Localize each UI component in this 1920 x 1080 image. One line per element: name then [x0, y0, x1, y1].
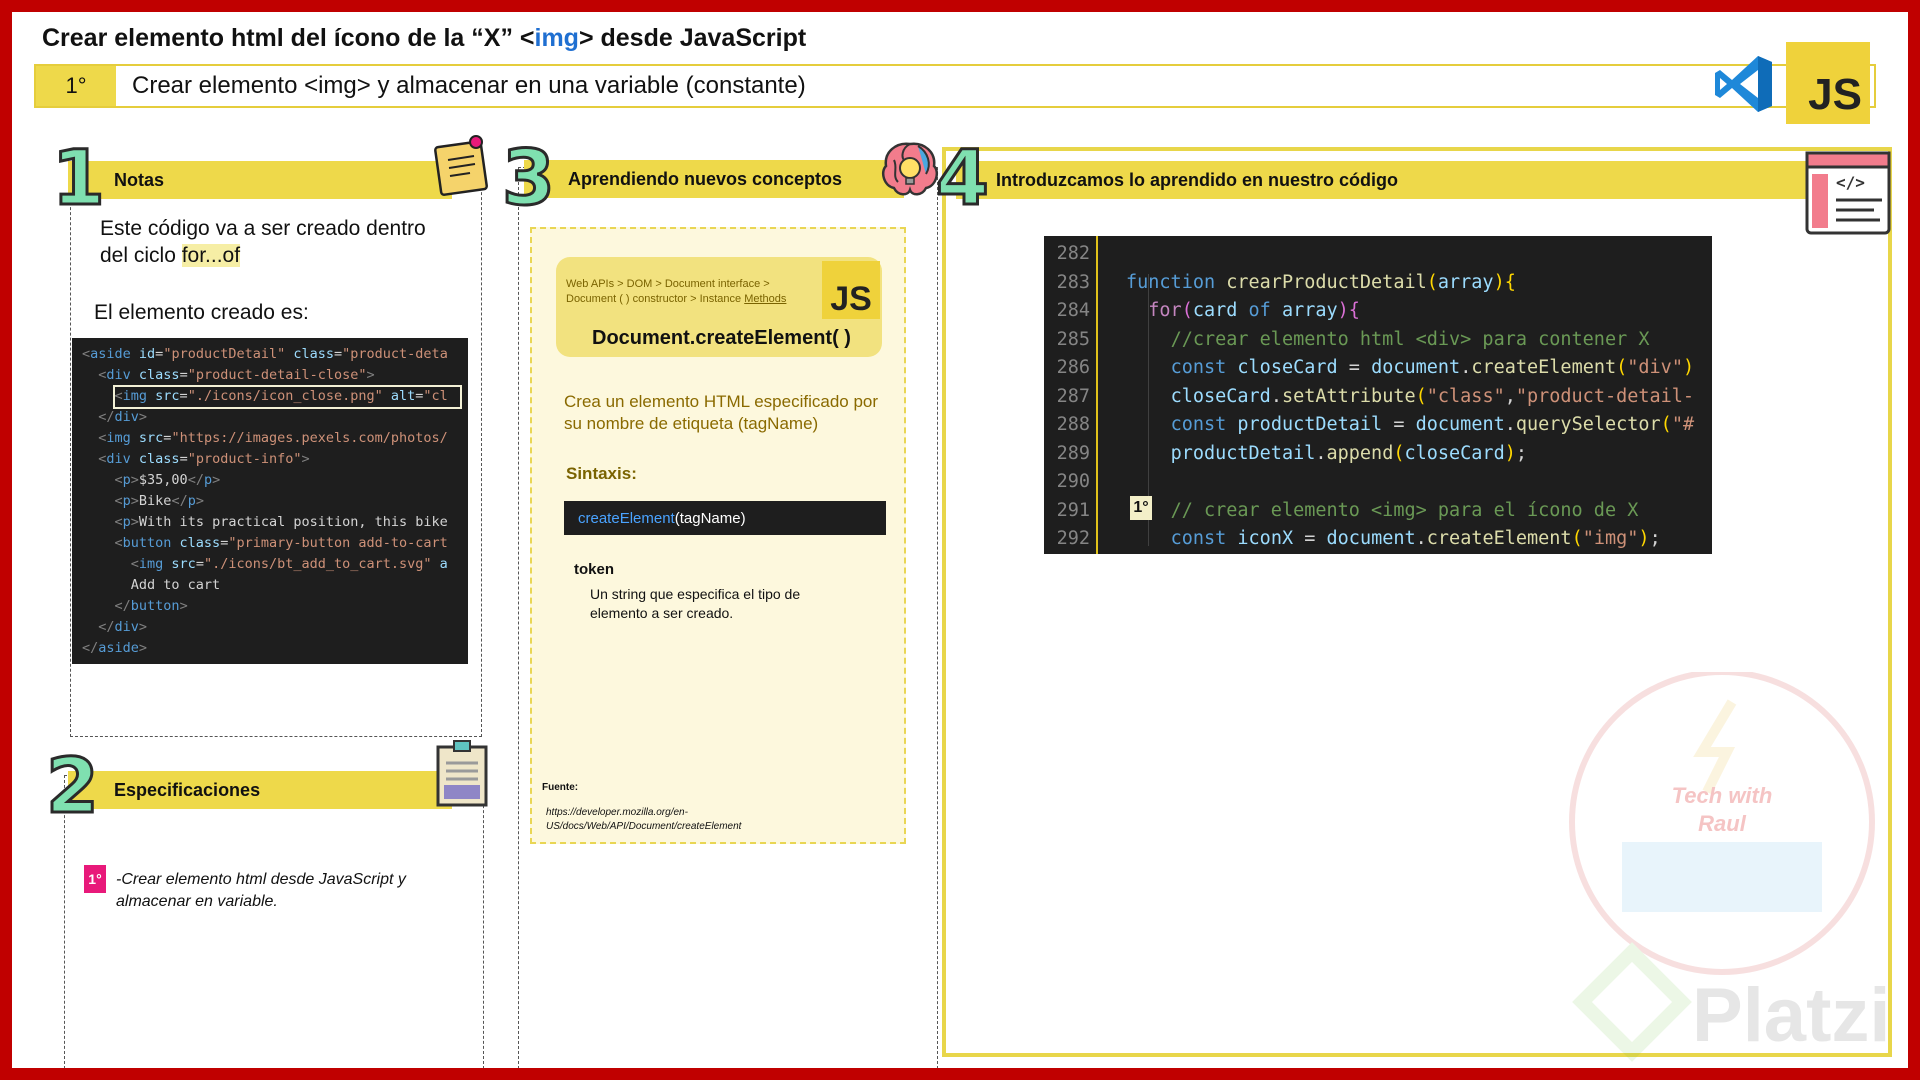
code-editor: 282 283 284 285 286 287 288 289 290 291 292 functi…	[1044, 236, 1712, 554]
token-label: token	[574, 561, 615, 578]
code-line: <p>Bike</p>	[82, 493, 204, 509]
specs-header: Especificaciones	[68, 771, 452, 809]
token-description: Un string que especifica el tipo de elem…	[590, 586, 801, 621]
clipboard-icon	[436, 740, 488, 807]
js-badge: JS	[1786, 42, 1870, 124]
section-number-3: 3	[501, 133, 557, 222]
code-step-badge: 1°	[1130, 496, 1152, 520]
spec-step-badge: 1°	[84, 865, 106, 893]
code-window-icon: </>	[1805, 151, 1891, 235]
code-title: Introduzcamos lo aprendido en nuestro có…	[996, 169, 1399, 190]
platzi-watermark: Platzi	[1692, 973, 1891, 1058]
line-number: 283	[1056, 271, 1090, 293]
step-number: 1°	[36, 66, 116, 106]
code-line: Add to cart	[82, 577, 221, 593]
created-element-label: El elemento creado es:	[94, 301, 309, 324]
code-line: </button>	[82, 598, 188, 614]
line-number: 285	[1056, 328, 1090, 350]
js-small-badge: JS	[822, 261, 880, 319]
line-number: 282	[1056, 243, 1090, 264]
section-number-4: 4	[935, 133, 991, 222]
code-line: </div>	[82, 409, 148, 425]
line-number: 292	[1056, 528, 1090, 549]
editor-accent-line	[1096, 236, 1098, 554]
for-of-highlight: for...of	[181, 244, 241, 267]
watermark-text: Tech with Raul	[1671, 783, 1773, 836]
img-line-highlight	[113, 385, 462, 409]
code-line: <div class="product-detail-close">	[82, 367, 375, 383]
line-number: 288	[1056, 414, 1090, 435]
line-number: 291	[1056, 499, 1090, 521]
syntax-box: createElement (tagName)	[564, 501, 886, 535]
section-number-2: 2	[45, 741, 101, 830]
line-number: 286	[1056, 357, 1090, 378]
code-line: <div class="product-info">	[82, 451, 310, 467]
concepts-header: Aprendiendo nuevos conceptos	[524, 160, 904, 198]
section-number-1: 1	[51, 133, 107, 222]
line-number: 289	[1056, 442, 1090, 464]
code-line: <p>$35,00</p>	[82, 472, 221, 488]
line-number: 287	[1056, 385, 1090, 407]
code-line: <img src="./icons/bt_add_to_cart.svg" a	[82, 556, 448, 572]
method-title: Document.createElement( )	[592, 327, 851, 349]
breadcrumb: Web APIs > DOM > Document interface > Do…	[566, 278, 787, 305]
mdn-header: Web APIs > DOM > Document interface > Do…	[556, 257, 882, 357]
concepts-title: Aprendiendo nuevos conceptos	[568, 168, 843, 189]
brain-idea-icon	[882, 142, 938, 196]
notes-title: Notas	[114, 169, 165, 190]
line-number: 284	[1056, 300, 1090, 321]
code-line: </div>	[82, 619, 148, 635]
code-line: <p>With its practical position, this bik…	[82, 514, 448, 530]
specs-title: Especificaciones	[114, 779, 261, 800]
sticky-note-icon	[434, 135, 488, 196]
code-line: <img src="https://images.pexels.com/phot…	[82, 430, 448, 446]
step-text: Crear elemento <img> y almacenar en una …	[132, 72, 806, 99]
code-header: Introduzcamos lo aprendido en nuestro có…	[956, 161, 1826, 199]
method-description: Crea un elemento HTML especificado por s…	[564, 392, 879, 433]
specs-panel	[64, 775, 484, 1068]
syntax-label: Sintaxis:	[566, 464, 637, 483]
code-line: </aside>	[82, 640, 148, 656]
source-label: Fuente:	[542, 782, 579, 793]
line-numbers: 282 283 284 285 286 287 288 289 290 291 292	[1044, 240, 1090, 554]
mdn-reference-card: Web APIs > DOM > Document interface > Do…	[530, 227, 906, 844]
methods-link[interactable]: Methods	[744, 293, 786, 305]
notes-header: Notas	[68, 161, 452, 199]
code-line: <aside id="productDetail" class="product…	[82, 346, 448, 362]
slide: Crear elemento html del ícono de la “X” …	[12, 12, 1908, 1068]
code-line: <button class="primary-button add-to-car…	[82, 535, 448, 551]
step-bar: 1° Crear elemento <img> y almacenar en u…	[34, 64, 1876, 108]
spec-text: -Crear elemento html desde JavaScript y …	[116, 871, 406, 910]
js-code: function crearProductDetail(array){ for(…	[1126, 271, 1695, 550]
notes-description: Este código va a ser creado dentro del c…	[100, 217, 426, 267]
page-title: Crear elemento html del ícono de la “X” …	[42, 24, 807, 52]
line-number: 290	[1056, 471, 1090, 492]
source-link[interactable]: https://developer.mozilla.org/en-US/docs…	[546, 806, 796, 834]
vscode-logo-icon	[1715, 56, 1772, 112]
svg-text:</>: </>	[1836, 173, 1865, 192]
